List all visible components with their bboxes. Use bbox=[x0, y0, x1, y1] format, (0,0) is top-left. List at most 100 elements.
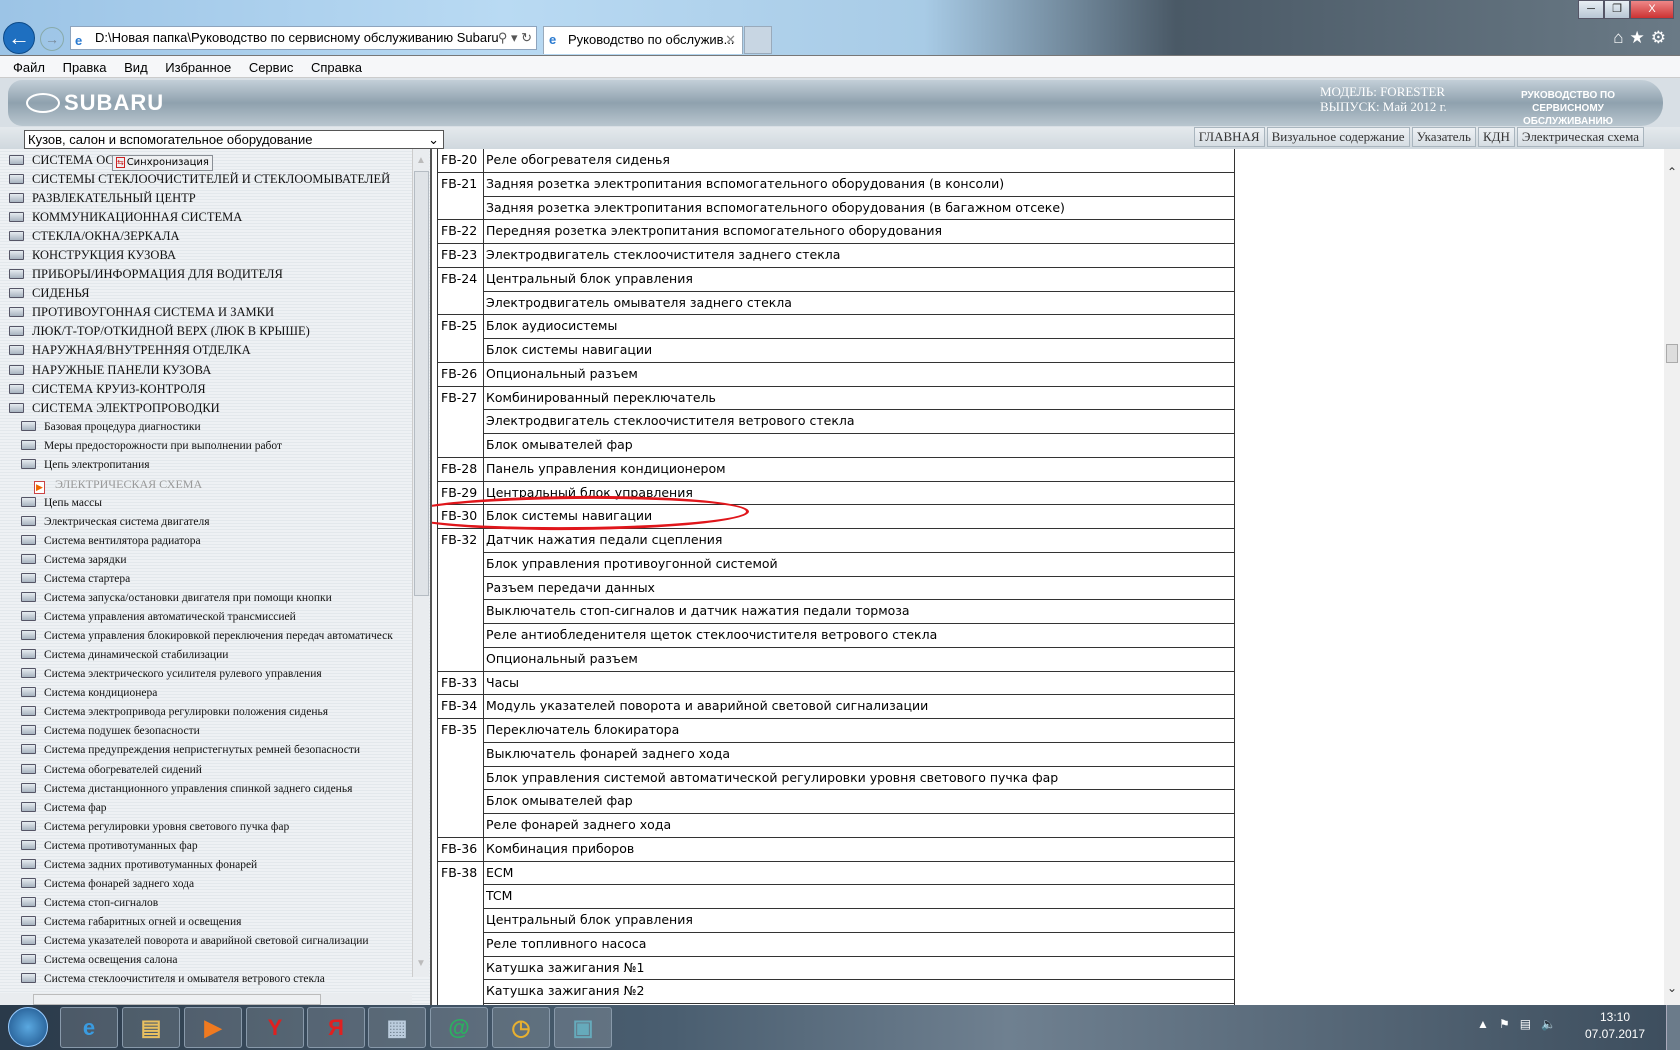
tree-item[interactable]: Система электрического усилителя рулевог… bbox=[0, 665, 412, 684]
tree-item[interactable]: НАРУЖНЫЕ ПАНЕЛИ КУЗОВА bbox=[0, 361, 412, 380]
tree-vertical-scrollbar[interactable]: ▲ ▼ bbox=[412, 149, 429, 977]
nav-visual-contents-button[interactable]: Визуальное содержание bbox=[1266, 127, 1410, 147]
tree-item[interactable]: Система стартера bbox=[0, 570, 412, 589]
tree-item[interactable]: Система электропривода регулировки полож… bbox=[0, 703, 412, 722]
tree-item[interactable]: Система динамической стабилизации bbox=[0, 646, 412, 665]
connector-description: Реле фонарей заднего хода bbox=[483, 813, 1235, 838]
action-center-flag-icon[interactable]: ⚑ bbox=[1499, 1017, 1520, 1031]
content-vertical-scrollbar[interactable]: ⌃ ⌄ bbox=[1664, 149, 1680, 1005]
tree-item[interactable]: Система запуска/остановки двигателя при … bbox=[0, 589, 412, 608]
taskbar-media-player-icon[interactable]: ▶ bbox=[184, 1007, 242, 1048]
browser-title-bar: ← → e D:\Новая папка\Руководство по серв… bbox=[0, 0, 1680, 56]
tree-item[interactable]: ПРОТИВОУГОННАЯ СИСТЕМА И ЗАМКИ bbox=[0, 303, 412, 322]
tree-item[interactable]: НАРУЖНАЯ/ВНУТРЕННЯЯ ОТДЕЛКА bbox=[0, 341, 412, 360]
tree-item[interactable]: Система габаритных огней и освещения bbox=[0, 913, 412, 932]
minimize-button[interactable]: ─ bbox=[1578, 0, 1604, 19]
taskbar-yandex-icon[interactable]: Я bbox=[307, 1007, 365, 1048]
scroll-down-icon[interactable]: ▼ bbox=[416, 958, 426, 969]
tree-item[interactable]: Система вентилятора радиатора bbox=[0, 532, 412, 551]
folder-icon bbox=[21, 592, 36, 603]
taskbar-photo-viewer-icon[interactable]: ▣ bbox=[554, 1007, 612, 1048]
scroll-down-icon[interactable]: ⌄ bbox=[1667, 981, 1677, 995]
content-scroll-thumb[interactable] bbox=[1666, 344, 1678, 363]
taskbar-internet-explorer-icon[interactable]: e bbox=[60, 1007, 118, 1048]
menu-help[interactable]: Справка bbox=[311, 56, 362, 75]
forward-button[interactable]: → bbox=[40, 27, 64, 51]
menu-favorites[interactable]: Избранное bbox=[165, 56, 231, 75]
new-tab-button[interactable] bbox=[744, 26, 772, 54]
tree-item[interactable]: Система дистанционного управления спинко… bbox=[0, 780, 412, 799]
close-tab-icon[interactable]: ✕ bbox=[725, 27, 736, 53]
tree-item[interactable]: Система кондиционера bbox=[0, 684, 412, 703]
tree-item[interactable]: Система освещения салона bbox=[0, 951, 412, 970]
tree-item[interactable]: Цепь массы bbox=[0, 494, 412, 513]
taskbar-calculator-icon[interactable]: ▦ bbox=[368, 1007, 426, 1048]
section-select[interactable]: Кузов, салон и вспомогательное оборудова… bbox=[24, 130, 444, 149]
show-desktop-button[interactable] bbox=[1666, 1005, 1680, 1050]
menu-view[interactable]: Вид bbox=[124, 56, 148, 75]
menu-file[interactable]: Файл bbox=[13, 56, 45, 75]
taskbar-outlook-calendar-icon[interactable]: ◷ bbox=[492, 1007, 550, 1048]
tree-item[interactable]: КОММУНИКАЦИОННАЯ СИСТЕМА bbox=[0, 208, 412, 227]
tree-item[interactable]: КОНСТРУКЦИЯ КУЗОВА bbox=[0, 246, 412, 265]
scroll-up-icon[interactable]: ⌃ bbox=[1667, 165, 1677, 179]
back-button[interactable]: ← bbox=[3, 22, 35, 54]
tree-item[interactable]: Система зарядки bbox=[0, 551, 412, 570]
sync-tooltip[interactable]: ⇆ Синхронизация bbox=[112, 155, 213, 171]
volume-icon[interactable]: 🔈 bbox=[1541, 1017, 1566, 1031]
nav-home-button[interactable]: ГЛАВНАЯ bbox=[1193, 127, 1265, 147]
start-button[interactable] bbox=[8, 1007, 48, 1047]
folder-icon bbox=[21, 706, 36, 717]
tree-item[interactable]: Система стоп-сигналов bbox=[0, 894, 412, 913]
taskbar-file-explorer-icon[interactable]: ▤ bbox=[122, 1007, 180, 1048]
tree-item[interactable]: Система фар bbox=[0, 799, 412, 818]
tree-item[interactable]: Система противотуманных фар bbox=[0, 837, 412, 856]
tree-item[interactable]: Система стеклоочистителя и омывателя вет… bbox=[0, 970, 412, 989]
taskbar-mail-agent-icon[interactable]: @ bbox=[430, 1007, 488, 1048]
tree-item[interactable]: Система задних противотуманных фонарей bbox=[0, 856, 412, 875]
maximize-button[interactable]: ❐ bbox=[1604, 0, 1630, 19]
menu-edit[interactable]: Правка bbox=[63, 56, 107, 75]
address-bar[interactable]: e D:\Новая папка\Руководство по сервисно… bbox=[70, 26, 537, 50]
tree-item[interactable]: ▶ ЭЛЕКТРИЧЕСКАЯ СХЕМА bbox=[0, 475, 412, 494]
tree-item[interactable]: Меры предосторожности при выполнении раб… bbox=[0, 437, 412, 456]
menu-tools[interactable]: Сервис bbox=[249, 56, 294, 75]
tree-item[interactable]: ЛЮК/Т-ТОР/ОТКИДНОЙ ВЕРХ (ЛЮК В КРЫШЕ) bbox=[0, 322, 412, 341]
scroll-up-icon[interactable]: ▲ bbox=[416, 155, 426, 166]
tree-item[interactable]: Система подушек безопасности bbox=[0, 722, 412, 741]
search-refresh-icons[interactable]: ⚲ ▾ ↻ bbox=[497, 27, 532, 49]
browser-tab[interactable]: e Руководство по обслужив... ✕ bbox=[543, 26, 743, 54]
tree-item[interactable]: Система указателей поворота и аварийной … bbox=[0, 932, 412, 951]
show-hidden-icons-icon[interactable]: ▲ bbox=[1477, 1017, 1499, 1031]
nav-dtc-button[interactable]: КДН bbox=[1477, 127, 1515, 147]
nav-index-button[interactable]: Указатель bbox=[1411, 127, 1476, 147]
tree-hscroll-thumb[interactable] bbox=[33, 994, 321, 1005]
tree-item[interactable]: СИСТЕМА КРУИЗ-КОНТРОЛЯ bbox=[0, 380, 412, 399]
tree-item[interactable]: Базовая процедура диагностики bbox=[0, 418, 412, 437]
tree-item[interactable]: Система обогревателей сидений bbox=[0, 761, 412, 780]
gear-icon[interactable]: ⚙ bbox=[1651, 28, 1672, 47]
tree-item[interactable]: Система управления блокировкой переключе… bbox=[0, 627, 412, 646]
favorites-star-icon[interactable]: ★ bbox=[1630, 28, 1651, 47]
tree-item[interactable]: СИСТЕМЫ СТЕКЛООЧИСТИТЕЛЕЙ И СТЕКЛООМЫВАТ… bbox=[0, 170, 412, 189]
connector-description: Комбинация приборов bbox=[483, 836, 1235, 862]
tree-item[interactable]: Цепь электропитания bbox=[0, 456, 412, 475]
tree-item[interactable]: СИСТЕМА ЭЛЕКТРОПРОВОДКИ bbox=[0, 399, 412, 418]
tree-item[interactable]: ПРИБОРЫ/ИНФОРМАЦИЯ ДЛЯ ВОДИТЕЛЯ bbox=[0, 265, 412, 284]
nav-wiring-diagram-button[interactable]: Электрическая схема bbox=[1516, 127, 1644, 147]
close-window-button[interactable]: X bbox=[1630, 0, 1674, 19]
home-icon[interactable]: ⌂ bbox=[1613, 28, 1629, 47]
tree-item[interactable]: Система управления автоматической трансм… bbox=[0, 608, 412, 627]
clock[interactable]: 13:10 07.07.2017 bbox=[1580, 1009, 1650, 1043]
tree-item[interactable]: Система фонарей заднего хода bbox=[0, 875, 412, 894]
tree-item[interactable]: СТЕКЛА/ОКНА/ЗЕРКАЛА bbox=[0, 227, 412, 246]
tree-item[interactable]: Система регулировки уровня светового пуч… bbox=[0, 818, 412, 837]
tree-horizontal-scrollbar[interactable] bbox=[0, 993, 412, 1005]
network-icon[interactable]: ▤ bbox=[1520, 1017, 1541, 1031]
tree-scroll-thumb[interactable] bbox=[414, 171, 429, 596]
taskbar-yandex-browser-icon[interactable]: Y bbox=[246, 1007, 304, 1048]
tree-item[interactable]: Система предупреждения непристегнутых ре… bbox=[0, 741, 412, 760]
tree-item[interactable]: СИДЕНЬЯ bbox=[0, 284, 412, 303]
tree-item[interactable]: РАЗВЛЕКАТЕЛЬНЫЙ ЦЕНТР bbox=[0, 189, 412, 208]
tree-item[interactable]: Электрическая система двигателя bbox=[0, 513, 412, 532]
